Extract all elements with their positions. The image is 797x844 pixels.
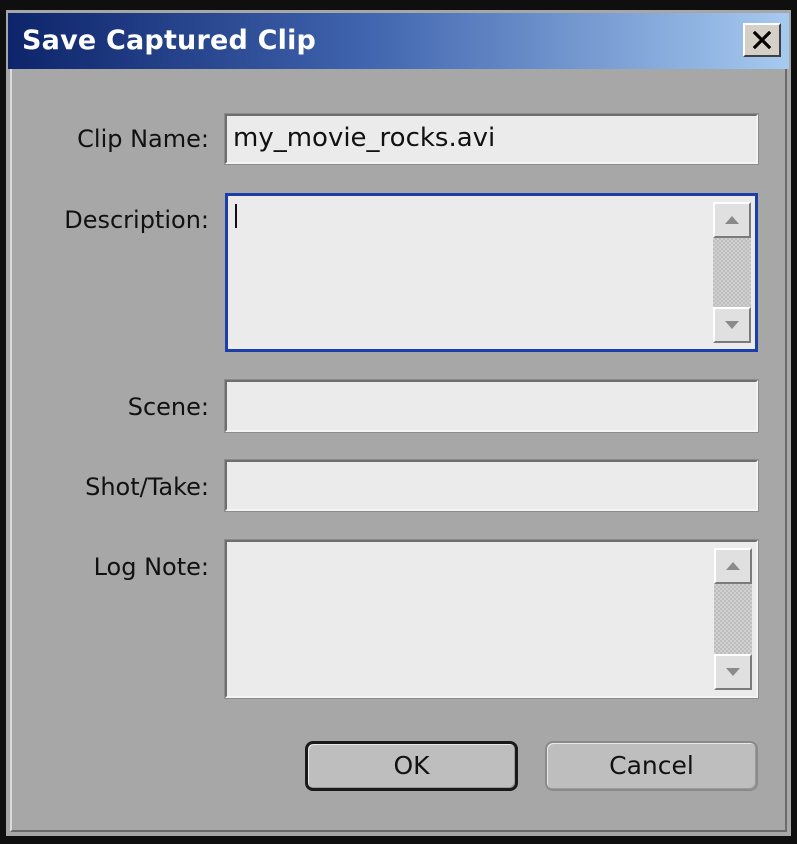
log-note-scrollbar[interactable] xyxy=(714,548,752,690)
cancel-button[interactable]: Cancel xyxy=(545,741,758,791)
scene-label: Scene: xyxy=(127,393,209,421)
title-bar[interactable]: Save Captured Clip xyxy=(8,13,789,69)
log-note-scroll-up-button[interactable] xyxy=(714,548,752,584)
log-note-label: Log Note: xyxy=(93,553,209,581)
window-title: Save Captured Clip xyxy=(22,25,317,56)
arrow-down-icon xyxy=(725,321,739,329)
clip-name-value: my_movie_rocks.avi xyxy=(233,123,496,153)
arrow-up-icon xyxy=(726,562,740,570)
cancel-button-label: Cancel xyxy=(609,751,694,780)
ok-button-label: OK xyxy=(393,751,430,780)
clip-name-field[interactable]: my_movie_rocks.avi xyxy=(224,113,759,165)
close-icon xyxy=(752,31,772,49)
shot-take-label: Shot/Take: xyxy=(85,473,209,501)
arrow-down-icon xyxy=(726,668,740,676)
shot-take-field[interactable] xyxy=(224,459,759,512)
clip-name-label: Clip Name: xyxy=(77,125,209,153)
log-note-field[interactable] xyxy=(224,539,759,699)
log-note-scroll-down-button[interactable] xyxy=(714,654,752,690)
description-scrollbar[interactable] xyxy=(713,202,751,343)
arrow-up-icon xyxy=(725,216,739,224)
description-scroll-down-button[interactable] xyxy=(713,307,751,343)
close-button[interactable] xyxy=(743,23,781,57)
scene-field[interactable] xyxy=(224,379,759,433)
ok-button[interactable]: OK xyxy=(305,741,518,791)
description-label: Description: xyxy=(64,206,209,234)
text-caret xyxy=(235,204,237,228)
description-field[interactable] xyxy=(225,193,758,352)
description-scroll-up-button[interactable] xyxy=(713,202,751,238)
